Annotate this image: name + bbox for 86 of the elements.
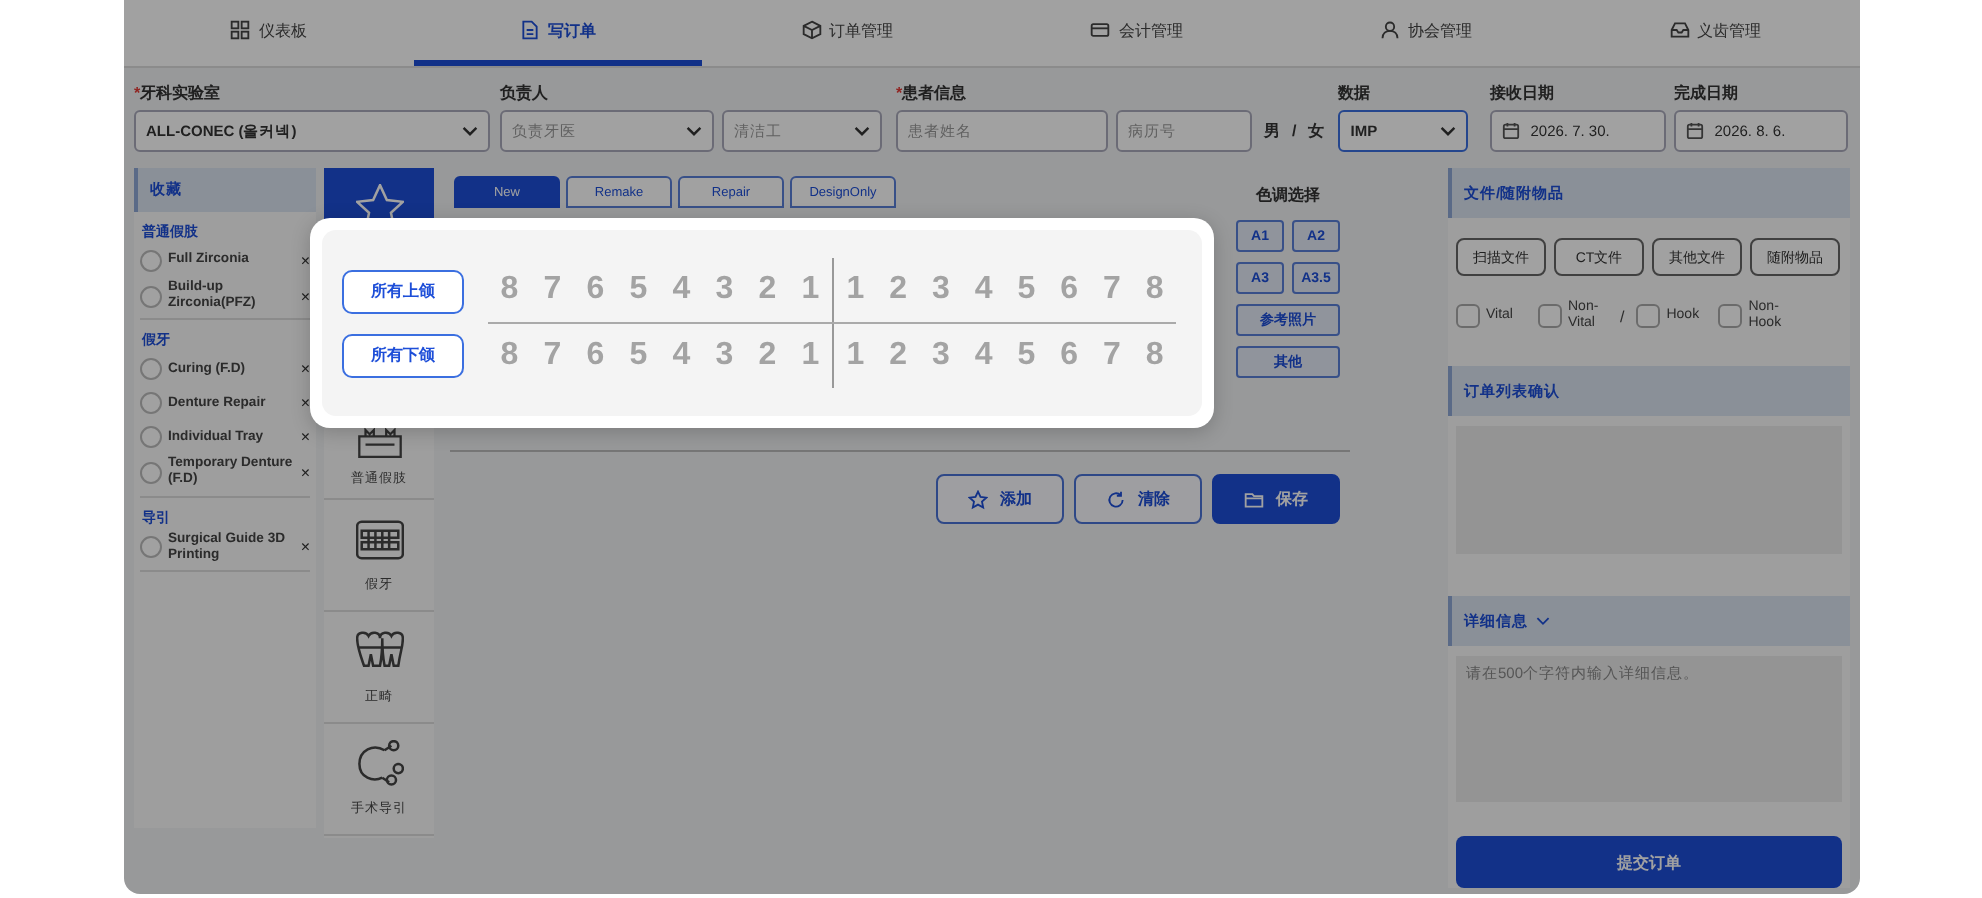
tooth-number[interactable]: 4 xyxy=(962,258,1005,322)
tooth-number[interactable]: 2 xyxy=(876,258,920,322)
tooth-number[interactable]: 2 xyxy=(876,324,920,388)
checkbox[interactable] xyxy=(140,426,162,449)
tooth-number[interactable]: 2 xyxy=(746,258,789,322)
tooth-number[interactable]: 7 xyxy=(531,258,574,322)
lower-jaw-button[interactable]: 所有下颌 xyxy=(342,333,464,377)
chevron-down-icon xyxy=(686,126,702,136)
action-button[interactable]: 保存 xyxy=(1212,474,1340,524)
checkbox[interactable] xyxy=(1718,304,1743,328)
tooth-number[interactable]: 8 xyxy=(1133,324,1176,388)
tooth-number[interactable]: 5 xyxy=(617,324,660,388)
checkbox[interactable] xyxy=(140,392,162,415)
crown-icon xyxy=(357,428,401,458)
chevron-down-icon xyxy=(462,126,478,136)
checkbox[interactable] xyxy=(140,285,162,308)
action-button[interactable]: 添加 xyxy=(936,474,1064,524)
star-icon xyxy=(968,489,988,509)
guide-icon xyxy=(355,740,403,788)
submit-button[interactable]: 提交订单 xyxy=(1456,836,1842,888)
checkbox[interactable] xyxy=(140,250,162,272)
remove-button[interactable]: × xyxy=(300,394,310,413)
calendar-icon xyxy=(1502,122,1521,140)
separator-text: / xyxy=(1620,307,1625,325)
tooth-number[interactable]: 3 xyxy=(919,324,963,388)
tooth-number[interactable]: 1 xyxy=(789,258,832,322)
tooth-number[interactable]: 2 xyxy=(746,324,789,388)
tooth-number[interactable]: 8 xyxy=(1133,258,1176,322)
tooth-number[interactable]: 4 xyxy=(660,324,703,388)
tooth-number[interactable]: 3 xyxy=(703,324,746,388)
folder-icon xyxy=(1244,489,1264,509)
refresh-icon xyxy=(1106,489,1126,509)
shade-title: 色调选择 xyxy=(1254,184,1322,208)
tooth-number[interactable]: 8 xyxy=(488,258,531,322)
document-icon xyxy=(520,20,540,40)
tooth-number[interactable]: 7 xyxy=(531,324,574,388)
calendar-icon xyxy=(1686,122,1705,140)
cube-icon xyxy=(801,20,822,40)
tooth-number[interactable]: 8 xyxy=(488,324,531,388)
checkbox[interactable] xyxy=(1538,304,1562,328)
card-icon xyxy=(1090,20,1111,40)
checkbox[interactable] xyxy=(1636,304,1661,328)
remove-button[interactable]: × xyxy=(300,360,310,379)
tooth-number[interactable]: 3 xyxy=(703,258,746,322)
tooth-number[interactable]: 5 xyxy=(1005,324,1048,388)
tooth-number[interactable]: 1 xyxy=(834,324,877,388)
field-label: 数据 xyxy=(1338,82,1371,104)
field-label: 负责人 xyxy=(500,82,548,104)
tooth-number[interactable]: 6 xyxy=(574,324,617,388)
person-icon xyxy=(1380,20,1401,40)
tooth-number[interactable]: 5 xyxy=(617,258,660,322)
field-label: *患者信息 xyxy=(896,82,967,104)
separator-text: / xyxy=(1292,122,1297,140)
chevron-down-icon xyxy=(1536,616,1550,626)
tooth-number[interactable]: 4 xyxy=(962,324,1005,388)
tooth-number[interactable]: 6 xyxy=(574,258,617,322)
remove-button[interactable]: × xyxy=(300,463,310,482)
chevron-down-icon xyxy=(854,126,870,136)
tooth-number[interactable]: 7 xyxy=(1090,258,1134,322)
tooth-number[interactable]: 1 xyxy=(834,258,877,322)
tooth-number[interactable]: 6 xyxy=(1047,258,1091,322)
tooth-number[interactable]: 6 xyxy=(1047,324,1091,388)
denture-icon xyxy=(355,516,403,564)
gender-option[interactable]: 男 xyxy=(1264,120,1280,142)
checkbox[interactable] xyxy=(140,358,162,381)
action-button[interactable]: 清除 xyxy=(1074,474,1202,524)
tooth-number[interactable]: 7 xyxy=(1090,324,1134,388)
checkbox[interactable] xyxy=(1456,304,1480,328)
remove-button[interactable]: × xyxy=(300,287,310,306)
field-label: *牙科实验室 xyxy=(134,82,221,104)
tooth-number[interactable]: 1 xyxy=(789,324,832,388)
tooth-number[interactable]: 4 xyxy=(660,258,703,322)
field-label: 接收日期 xyxy=(1490,82,1555,104)
tray-icon xyxy=(1669,20,1690,40)
tooth-number[interactable]: 3 xyxy=(919,258,963,322)
remove-button[interactable]: × xyxy=(300,252,310,270)
field-label: 完成日期 xyxy=(1674,82,1739,104)
chevron-down-icon xyxy=(1440,126,1457,136)
gender-option[interactable]: 女 xyxy=(1308,120,1325,142)
checkbox[interactable] xyxy=(140,461,162,484)
checkbox[interactable] xyxy=(140,536,162,559)
remove-button[interactable]: × xyxy=(300,538,310,557)
remove-button[interactable]: × xyxy=(300,428,310,447)
upper-jaw-button[interactable]: 所有上颌 xyxy=(342,269,464,313)
tooth-number[interactable]: 5 xyxy=(1005,258,1048,322)
grid-icon xyxy=(230,20,251,40)
